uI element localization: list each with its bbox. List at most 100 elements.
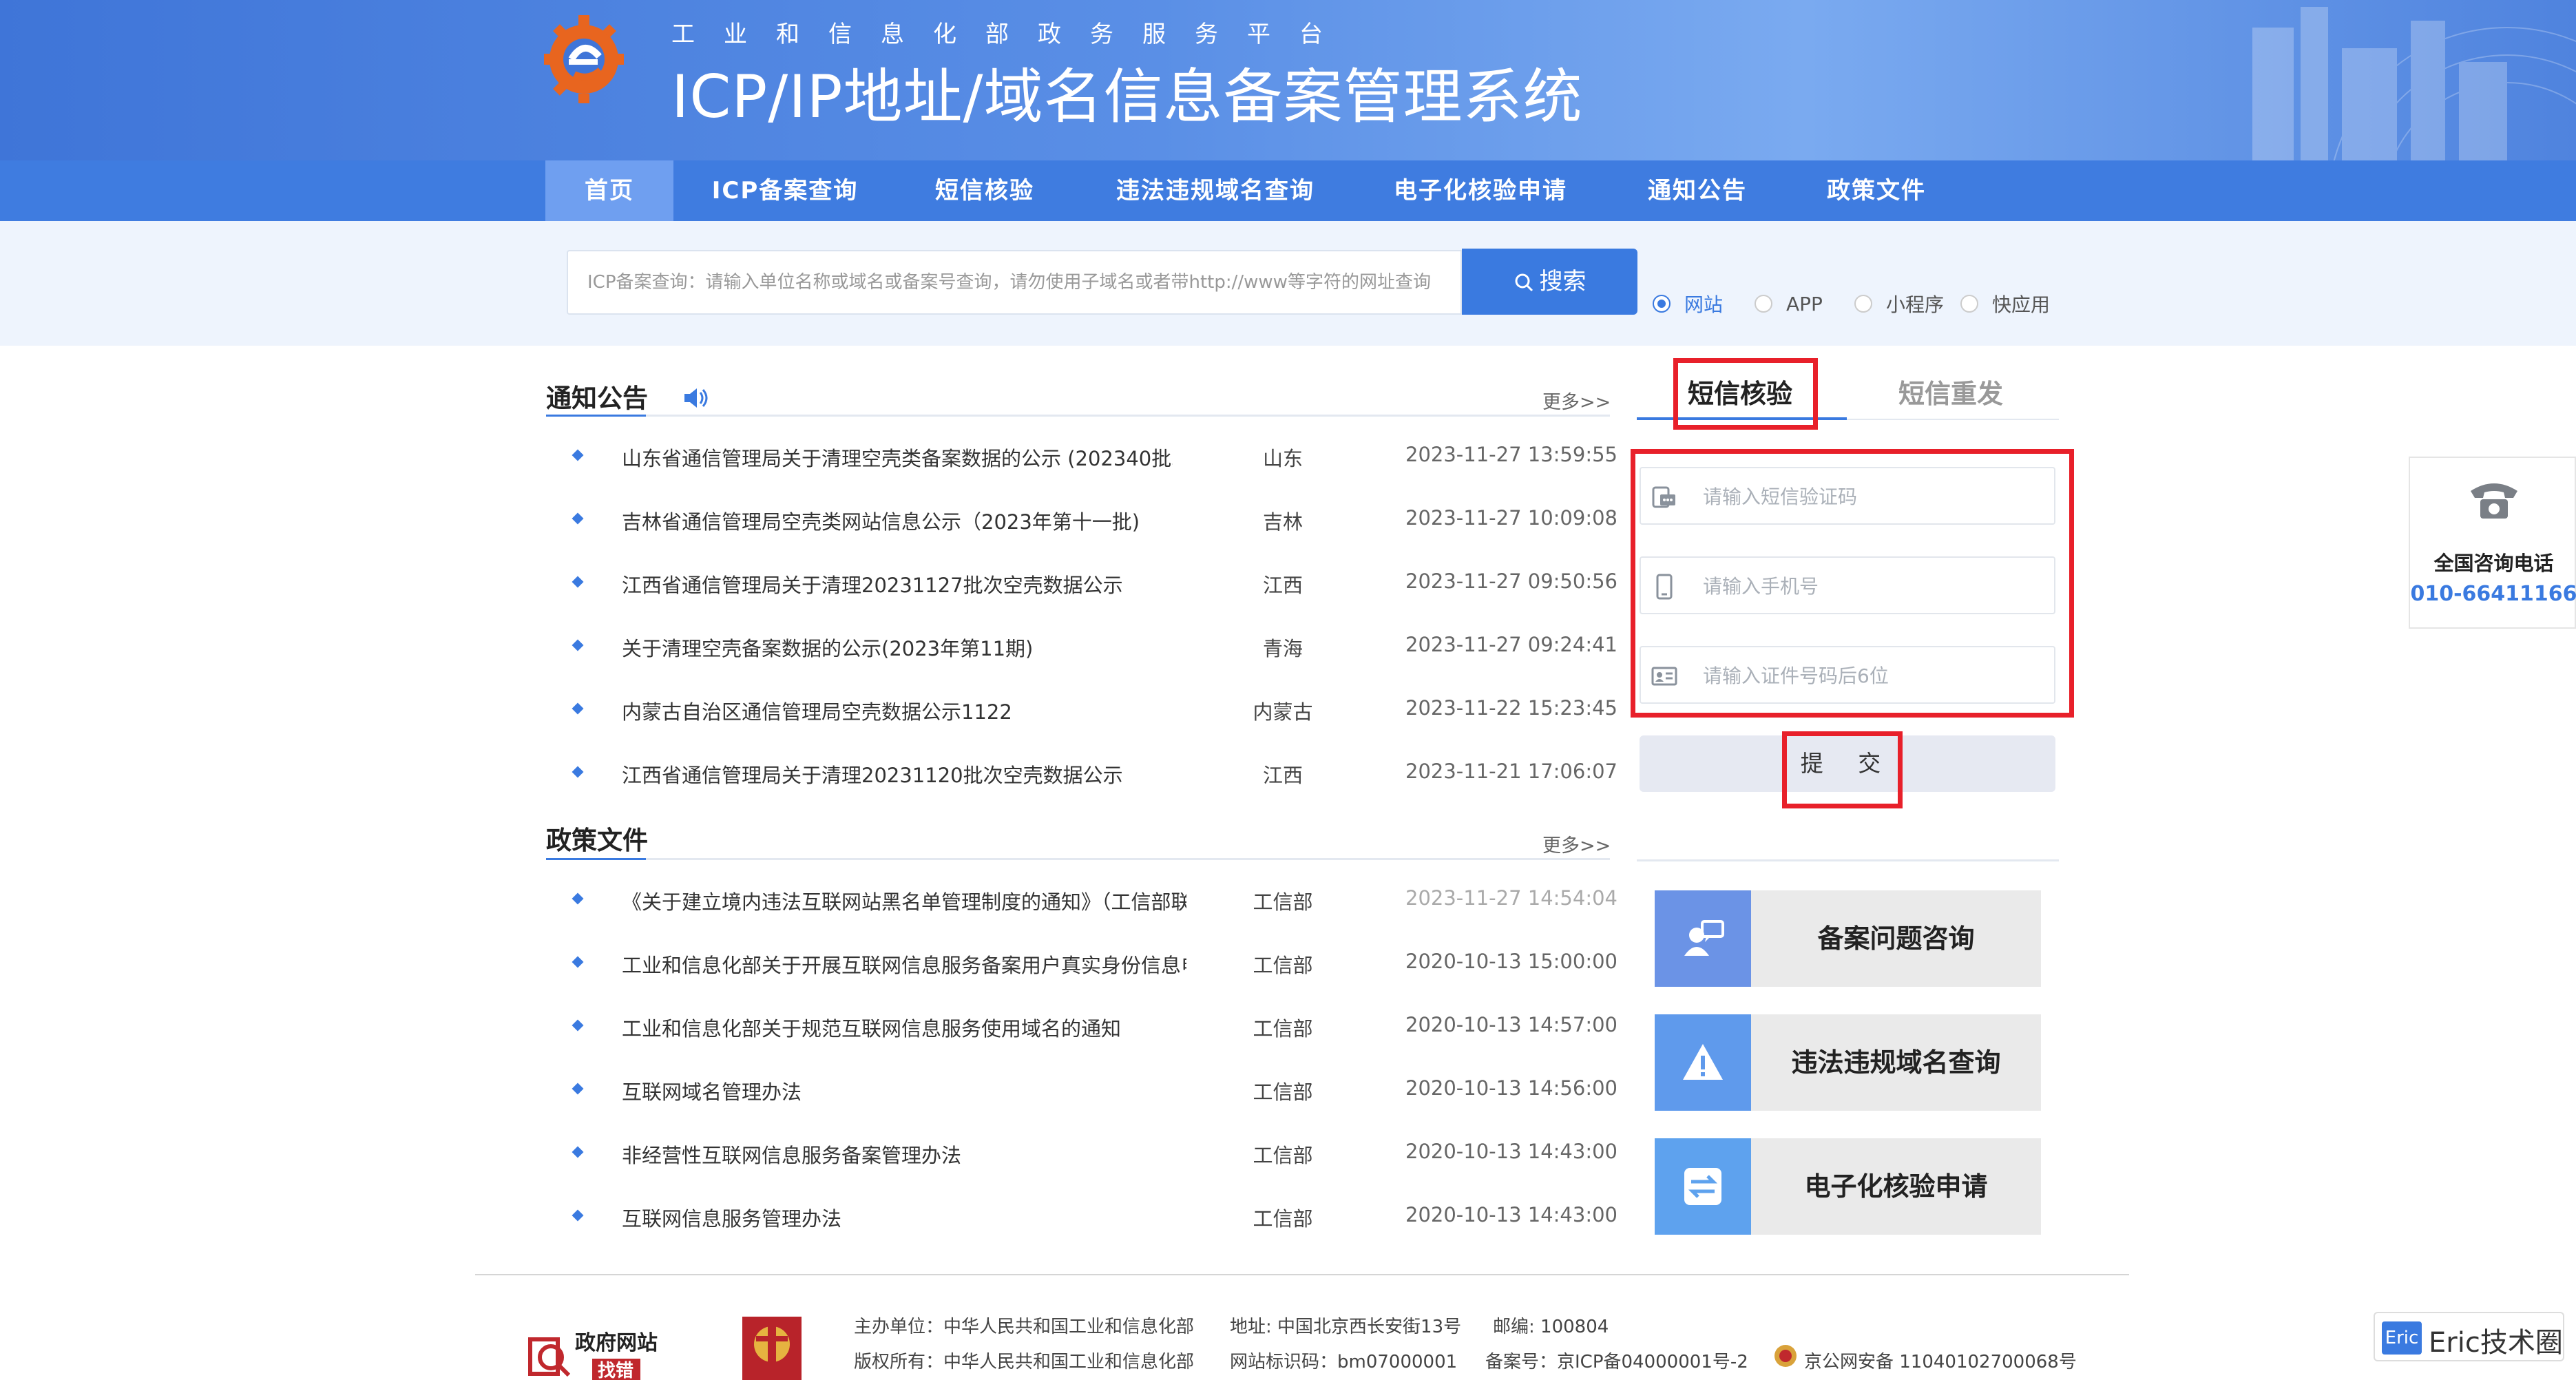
mobile-field[interactable] [1640, 556, 2055, 614]
highlight-box-tab [1673, 358, 1818, 430]
header-title: ICP/IP地址/域名信息备案管理系统 [671, 63, 1583, 132]
quick-link-consult[interactable]: 备案问题咨询 [1655, 890, 2041, 987]
nav-item-notices[interactable]: 通知公告 [1625, 160, 1770, 221]
notices-divider-accent [546, 415, 646, 417]
list-item[interactable]: 山东省通信管理局关于清理空壳类备案数据的公示 (202340批次) 山东 202… [546, 426, 1617, 490]
policy-source: 工信部 [1253, 954, 1313, 977]
bullet-icon [572, 576, 584, 588]
policy-title: 《关于建立境内违法互联网站黑名单管理制度的通知》（工信部联 [622, 890, 1186, 914]
policies-divider-accent [546, 858, 646, 860]
bullet-icon [572, 512, 584, 525]
id-card-icon [1651, 667, 1677, 686]
eric-watermark-text: Eric技术圈 [2429, 1327, 2563, 1359]
side-contact-box[interactable]: 全国咨询电话 010-66411166 [2409, 457, 2576, 629]
search-input[interactable]: ICP备案查询：请输入单位名称或域名或备案号查询，请勿使用子域名或者带http:… [567, 250, 1462, 315]
notices-title: 通知公告 [546, 384, 648, 413]
bullet-icon [572, 639, 584, 651]
radio-dot [1854, 295, 1872, 313]
list-item[interactable]: 工业和信息化部关于规范互联网信息服务使用域名的通知 工信部 2020-10-13… [546, 996, 1617, 1060]
list-item[interactable]: 内蒙古自治区通信管理局空壳数据公示1122 内蒙古 2023-11-22 15:… [546, 680, 1617, 743]
id-card-input[interactable] [1703, 657, 2033, 694]
radio-mini-program[interactable]: 小程序 [1854, 290, 1944, 317]
policies-divider [546, 858, 1610, 860]
id-card-field[interactable] [1640, 646, 2055, 704]
bullet-icon [572, 956, 584, 968]
policy-source: 工信部 [1253, 890, 1313, 914]
radio-dot [1960, 295, 1978, 313]
search-type-group: 网站 APP 小程序 快应用 [1653, 290, 2066, 317]
policy-source: 工信部 [1253, 1017, 1313, 1041]
policy-time: 2020-10-13 14:43:00 [1405, 1140, 1617, 1163]
footer-sponsor: 主办单位：中华人民共和国工业和信息化部 [854, 1317, 1195, 1337]
notice-region: 青海 [1262, 637, 1303, 660]
gov-website-badge[interactable]: 政府网站 找错 [523, 1319, 661, 1380]
list-item[interactable]: 江西省通信管理局关于清理20231120批次空壳数据公示 江西 2023-11-… [546, 743, 1617, 806]
search-button-label: 搜索 [1539, 268, 1587, 295]
bullet-icon [572, 1083, 584, 1095]
notice-time: 2023-11-27 09:24:41 [1405, 633, 1617, 656]
footer-icp-link[interactable]: 备案号：京ICP备04000001号-2 [1485, 1348, 1748, 1373]
nav-item-home[interactable]: 首页 [545, 160, 673, 221]
radio-app[interactable]: APP [1755, 293, 1823, 315]
quick-link-illegal-domain[interactable]: 违法违规域名查询 [1655, 1014, 2041, 1111]
notice-region: 江西 [1262, 574, 1303, 597]
list-item[interactable]: 《关于建立境内违法互联网站黑名单管理制度的通知》（工信部联 工信部 2023-1… [546, 870, 1617, 933]
notice-time: 2023-11-27 13:59:55 [1405, 443, 1617, 466]
bullet-icon [572, 449, 584, 461]
search-button[interactable]: 搜索 [1462, 249, 1637, 315]
gov-badge-top-text: 政府网站 [575, 1331, 658, 1355]
exchange-icon [1655, 1138, 1751, 1235]
notices-more-link[interactable]: 更多>> [1542, 387, 1611, 414]
policy-title: 互联网信息服务管理办法 [622, 1207, 842, 1231]
notice-time: 2023-11-27 10:09:08 [1405, 506, 1617, 530]
list-item[interactable]: 江西省通信管理局关于清理20231127批次空壳数据公示 江西 2023-11-… [546, 553, 1617, 616]
quick-link-illegal-domain-label: 违法违规域名查询 [1791, 1047, 2001, 1078]
police-badge-icon [1774, 1345, 1797, 1367]
header-subtitle: 工业和信息化部政务服务平台 [671, 21, 1352, 48]
mobile-phone-icon [1656, 574, 1673, 600]
policies-title: 政策文件 [546, 826, 648, 855]
policy-source: 工信部 [1253, 1207, 1313, 1231]
telephone-icon [2471, 483, 2517, 519]
sms-code-field[interactable] [1640, 467, 2055, 525]
notice-title: 关于清理空壳备案数据的公示(2023年第11期) [622, 637, 1034, 660]
list-item[interactable]: 非经营性互联网信息服务备案管理办法 工信部 2020-10-13 14:43:0… [546, 1123, 1617, 1186]
bullet-icon [572, 1209, 584, 1222]
nav-item-e-verify[interactable]: 电子化核验申请 [1374, 160, 1587, 221]
sms-code-input[interactable] [1703, 478, 2033, 515]
search-band: ICP备案查询：请输入单位名称或域名或备案号查询，请勿使用子域名或者带http:… [0, 221, 2576, 346]
nav-item-icp-query[interactable]: ICP备案查询 [699, 160, 871, 221]
policy-time: 2020-10-13 14:57:00 [1405, 1013, 1617, 1036]
main-nav: 首页 ICP备案查询 短信核验 违法违规域名查询 电子化核验申请 通知公告 政策… [0, 160, 2576, 221]
notices-divider [546, 415, 1610, 417]
radio-quick-app[interactable]: 快应用 [1960, 290, 2050, 317]
nav-item-illegal-domain[interactable]: 违法违规域名查询 [1095, 160, 1336, 221]
notice-region: 吉林 [1262, 510, 1303, 534]
policies-more-link[interactable]: 更多>> [1542, 830, 1611, 857]
consult-icon [1655, 890, 1751, 987]
eric-logo: Eric [2382, 1321, 2422, 1355]
tab-sms-resend[interactable]: 短信重发 [1847, 357, 2054, 421]
notice-region: 内蒙古 [1253, 700, 1313, 724]
mobile-input[interactable] [1703, 567, 2033, 605]
footer-divider [475, 1274, 2129, 1275]
radio-website[interactable]: 网站 [1653, 290, 1723, 317]
nav-item-sms-verify[interactable]: 短信核验 [916, 160, 1054, 221]
list-item[interactable]: 吉林省通信管理局空壳类网站信息公示（2023年第十一批) 吉林 2023-11-… [546, 490, 1617, 553]
list-item[interactable]: 互联网信息服务管理办法 工信部 2020-10-13 14:43:00 [546, 1186, 1617, 1250]
radio-app-label: APP [1786, 292, 1823, 315]
notice-region: 山东 [1262, 447, 1303, 470]
list-item[interactable]: 工业和信息化部关于开展互联网信息服务备案用户真实身份信息电 工信部 2020-1… [546, 933, 1617, 996]
policy-title: 工业和信息化部关于规范互联网信息服务使用域名的通知 [622, 1017, 1122, 1041]
list-item[interactable]: 互联网域名管理办法 工信部 2020-10-13 14:56:00 [546, 1060, 1617, 1123]
quick-link-e-verify[interactable]: 电子化核验申请 [1655, 1138, 2041, 1235]
radio-website-label: 网站 [1684, 293, 1724, 316]
policy-title: 互联网域名管理办法 [622, 1080, 802, 1104]
quick-link-e-verify-label: 电子化核验申请 [1804, 1171, 1988, 1202]
nav-item-policies[interactable]: 政策文件 [1804, 160, 1949, 221]
list-item[interactable]: 关于清理空壳备案数据的公示(2023年第11期) 青海 2023-11-27 0… [546, 616, 1617, 680]
policy-time: 2020-10-13 15:00:00 [1405, 950, 1617, 973]
speaker-icon [684, 388, 708, 408]
radio-dot [1755, 295, 1773, 313]
footer-police-link[interactable]: 京公网安备 11040102700068号 [1804, 1348, 2077, 1373]
